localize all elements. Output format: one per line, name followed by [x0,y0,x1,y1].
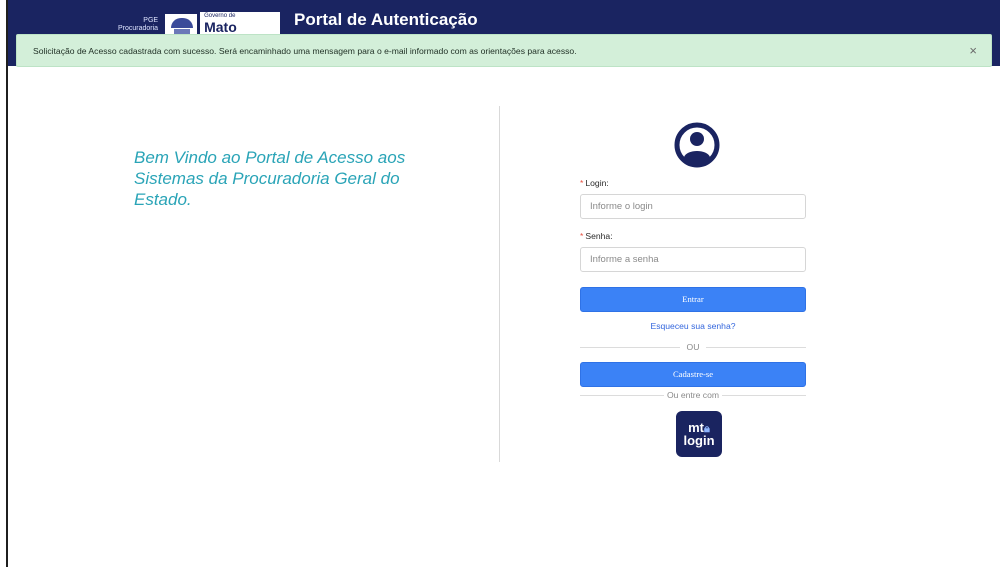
forgot-password-link[interactable]: Esqueceu sua senha? [580,321,806,331]
alt-login-separator-text: Ou entre com [666,390,720,400]
alt-login-separator: Ou entre com [580,389,806,401]
login-required-mark: * [580,178,584,188]
logo-pge-line1: PGE [143,17,159,24]
user-circle-icon [674,122,720,168]
welcome-heading: Bem Vindo ao Portal de Acesso aos Sistem… [134,148,406,209]
page-frame: PGE Procuradoria Governo de Mato Portal … [6,0,1000,567]
register-button[interactable]: Cadastre-se [580,362,806,387]
password-label: * Senha: [580,231,613,241]
password-required-mark: * [580,231,584,241]
login-button[interactable]: Entrar [580,287,806,312]
mt-login-button[interactable]: mt🔒︎ login [676,411,722,457]
logo-gov-big: Mato [204,19,237,35]
logo-pge: PGE Procuradoria [118,17,158,33]
login-input[interactable] [580,194,806,219]
login-label-text: Login: [585,178,609,188]
logo-pge-line2: Procuradoria [118,25,159,32]
alert-message: Solicitação de Acesso cadastrada com suc… [33,45,577,56]
password-label-text: Senha: [585,231,613,241]
or-separator: OU [580,341,806,353]
success-alert: Solicitação de Acesso cadastrada com suc… [16,34,992,67]
password-input[interactable] [580,247,806,272]
login-label: * Login: [580,178,609,188]
mt-login-line2: login [683,433,715,448]
portal-title: Portal de Autenticação [294,10,478,29]
vertical-divider [499,106,500,462]
close-icon[interactable]: × [969,44,977,57]
or-separator-text: OU [686,342,700,352]
